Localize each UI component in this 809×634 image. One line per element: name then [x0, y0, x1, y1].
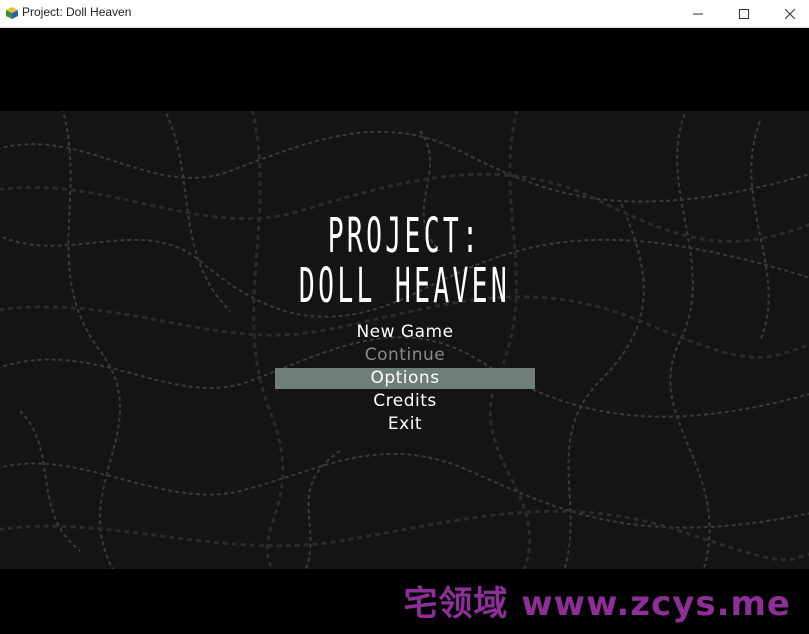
minimize-icon [693, 13, 703, 15]
close-icon [785, 9, 795, 19]
menu-new-game[interactable]: New Game [275, 322, 535, 343]
menu-exit[interactable]: Exit [275, 414, 535, 435]
game-logo-line2: DOLL HEAVEN [298, 258, 511, 314]
minimize-button[interactable] [675, 0, 721, 28]
menu-options[interactable]: Options [275, 368, 535, 389]
window-title: Project: Doll Heaven [22, 5, 132, 19]
maximize-button[interactable] [721, 0, 767, 28]
menu-continue[interactable]: Continue [275, 345, 535, 366]
title-screen: PROJECT: DOLL HEAVEN New Game Continue O… [0, 111, 809, 569]
game-viewport[interactable]: PROJECT: DOLL HEAVEN New Game Continue O… [0, 28, 809, 634]
game-logo-line1: PROJECT: [327, 208, 482, 264]
menu-credits[interactable]: Credits [275, 391, 535, 412]
app-cube-icon [6, 7, 18, 19]
site-watermark: 宅领域 www.zcys.me [403, 584, 791, 624]
maximize-icon [739, 9, 749, 19]
window-titlebar[interactable]: Project: Doll Heaven [0, 0, 809, 28]
close-button[interactable] [767, 0, 809, 28]
